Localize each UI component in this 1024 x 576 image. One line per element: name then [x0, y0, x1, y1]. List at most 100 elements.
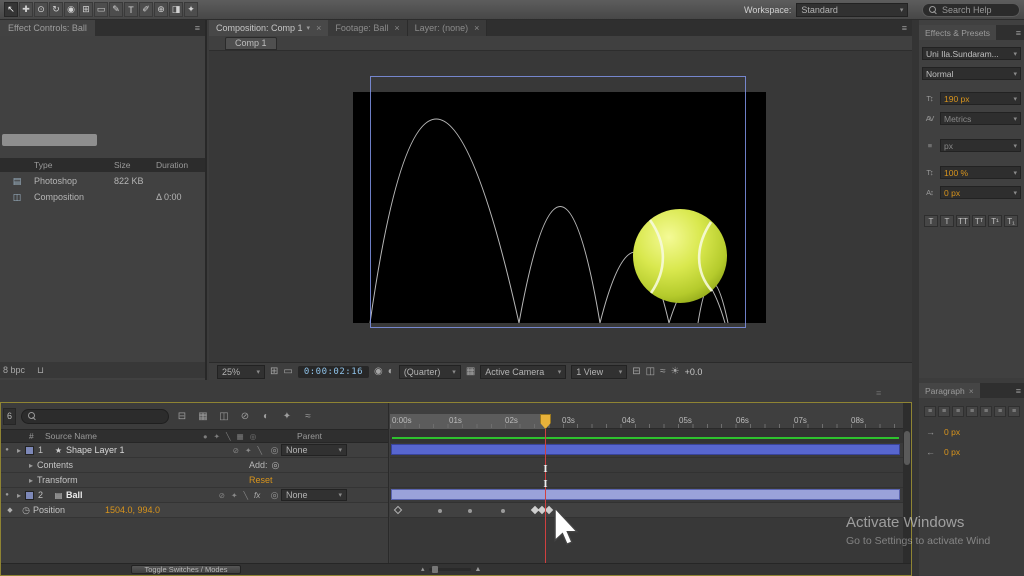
timeline-zoom-control[interactable]: ▴ ▲: [421, 565, 481, 573]
frame-blending-icon[interactable]: ◐: [258, 408, 274, 424]
align-right-icon[interactable]: ≡: [952, 406, 964, 417]
faux-style-button[interactable]: TT: [956, 215, 970, 227]
draft-3d-icon[interactable]: ◫: [216, 408, 232, 424]
color-depth-button[interactable]: 8 bpc: [3, 365, 25, 375]
project-item-composition[interactable]: ◫ Composition Δ 0:00: [0, 189, 205, 205]
column-parent[interactable]: Parent: [297, 431, 388, 441]
property-row-position[interactable]: ◆ ◷ Position 1504.0, 994.0: [1, 503, 388, 518]
tab-composition-comp1[interactable]: Composition: Comp 1 ▾ ×: [209, 20, 328, 36]
close-icon[interactable]: ×: [394, 23, 399, 33]
pan-behind-tool-icon[interactable]: ⊞: [79, 2, 93, 17]
layer-row-ball[interactable]: ● ▸ 2 ▤ Ball ⊘ ✦ ╲ fx ◎ None ▾: [1, 488, 388, 503]
pickwhip-icon[interactable]: ◎: [268, 445, 281, 456]
faux-style-button[interactable]: T₁: [1004, 215, 1018, 227]
type-tool-icon[interactable]: T: [124, 2, 138, 17]
panel-menu-icon[interactable]: ≡: [902, 23, 912, 33]
position-value[interactable]: 1504.0, 994.0: [105, 505, 160, 515]
keyframe[interactable]: [545, 506, 553, 514]
project-column-headers[interactable]: Type Size Duration: [0, 158, 205, 172]
project-item-photoshop[interactable]: ▤ Photoshop 822 KB: [0, 173, 205, 189]
layer-switches-icons[interactable]: ⊘ ✦ ╲: [182, 491, 254, 500]
keyframe-roving[interactable]: [501, 509, 505, 513]
puppet-pin-tool-icon[interactable]: ✦: [184, 2, 198, 17]
resolution-dropdown[interactable]: (Quarter) ▾: [399, 365, 461, 379]
time-ruler[interactable]: 0:00s 01s 02s 03s 04s 05s 06s 07s 08s: [390, 403, 903, 429]
fast-preview-icon[interactable]: ⊟: [632, 366, 640, 377]
close-icon[interactable]: ×: [474, 23, 479, 33]
column-type[interactable]: Type: [34, 160, 114, 170]
trash-icon[interactable]: ⊔: [37, 365, 44, 376]
keyframe[interactable]: [394, 506, 402, 514]
layer-switches-icons[interactable]: ⊘ ✦ ╲: [182, 446, 268, 455]
tab-effects-presets[interactable]: Effects & Presets: [919, 25, 996, 40]
workspace-dropdown[interactable]: Standard ▾: [796, 3, 908, 17]
timeline-vertical-scrollbar[interactable]: [903, 403, 911, 563]
chevron-down-icon[interactable]: ▾: [307, 24, 311, 32]
group-row-transform[interactable]: ▸ Transform Reset: [1, 473, 388, 488]
column-duration[interactable]: Duration: [156, 160, 205, 170]
faux-style-button[interactable]: T¹: [988, 215, 1002, 227]
rotation-tool-icon[interactable]: ↻: [49, 2, 63, 17]
tab-footage-ball[interactable]: Footage: Ball ×: [328, 20, 407, 36]
video-eye-icon[interactable]: ●: [1, 492, 13, 498]
column-size[interactable]: Size: [114, 160, 156, 170]
font-size-dropdown[interactable]: 190 px ▾: [940, 92, 1021, 105]
parent-dropdown[interactable]: None ▾: [281, 489, 347, 501]
zoom-slider[interactable]: [429, 568, 471, 571]
keyframe-roving[interactable]: [468, 509, 472, 513]
tracking-dropdown[interactable]: px ▾: [940, 139, 1021, 152]
tab-layer-none[interactable]: Layer: (none) ×: [408, 20, 488, 36]
panel-divider-grip[interactable]: ≡: [876, 388, 882, 398]
font-style-dropdown[interactable]: Normal ▾: [922, 67, 1021, 80]
reset-link[interactable]: Reset: [249, 475, 273, 485]
view-layout-dropdown[interactable]: 1 View ▾: [571, 365, 627, 379]
grid-guides-icon[interactable]: ⊞: [270, 366, 278, 377]
live-update-icon[interactable]: ▦: [195, 408, 211, 424]
property-name[interactable]: Position: [33, 505, 65, 515]
tab-paragraph[interactable]: Paragraph ×: [919, 383, 980, 398]
twirl-icon[interactable]: ▸: [13, 446, 25, 455]
parent-dropdown[interactable]: None ▾: [281, 444, 347, 456]
panel-menu-icon[interactable]: ≡: [1016, 386, 1021, 396]
magnification-dropdown[interactable]: 25% ▾: [217, 365, 265, 379]
snapshot-icon[interactable]: ◉: [374, 366, 383, 377]
pen-tool-icon[interactable]: ✎: [109, 2, 123, 17]
vertical-scale-dropdown[interactable]: 100 % ▾: [940, 166, 1021, 179]
flowchart-icon[interactable]: ≈: [660, 366, 666, 377]
zoom-in-icon[interactable]: ▲: [475, 566, 482, 573]
pickwhip-icon[interactable]: ◎: [268, 490, 281, 501]
comp-mini-flowchart-icon[interactable]: ⊟: [174, 408, 190, 424]
justify-last-left-icon[interactable]: ≡: [966, 406, 978, 417]
close-icon[interactable]: ×: [316, 23, 321, 33]
group-name[interactable]: Contents: [37, 460, 73, 470]
horizontal-scrollbar-thumb[interactable]: [2, 134, 97, 146]
shape-tool-icon[interactable]: ▭: [94, 2, 108, 17]
timeline-tab-fragment[interactable]: 6: [3, 408, 16, 425]
zoom-slider-thumb[interactable]: [432, 566, 438, 573]
panel-menu-icon[interactable]: ≡: [195, 23, 200, 33]
layer-row-shape-layer-1[interactable]: ● ▸ 1 ★ Shape Layer 1 ⊘ ✦ ╲ ◎ None ▾: [1, 443, 388, 458]
timeline-button-icon[interactable]: ◫: [646, 366, 655, 377]
add-shape-icon[interactable]: ◎: [272, 460, 280, 471]
show-channels-icon[interactable]: ◐: [388, 366, 394, 377]
justify-last-center-icon[interactable]: ≡: [980, 406, 992, 417]
region-of-interest-icon[interactable]: ▭: [283, 366, 292, 377]
faux-style-button[interactable]: Tᵀ: [972, 215, 986, 227]
scrollbar-thumb[interactable]: [904, 431, 910, 465]
exposure-value[interactable]: +0.0: [685, 367, 703, 377]
kerning-dropdown[interactable]: Metrics ▾: [940, 112, 1021, 125]
align-center-icon[interactable]: ≡: [938, 406, 950, 417]
panel-menu-icon[interactable]: ≡: [1016, 28, 1021, 38]
align-left-icon[interactable]: ≡: [924, 406, 936, 417]
group-row-contents[interactable]: ▸ Contents Add: ◎: [1, 458, 388, 473]
graph-editor-icon[interactable]: ≈: [300, 408, 316, 424]
camera-view-dropdown[interactable]: Active Camera ▾: [480, 365, 566, 379]
clone-stamp-tool-icon[interactable]: ⊕: [154, 2, 168, 17]
column-source-name[interactable]: Source Name: [45, 431, 203, 441]
label-color-chip[interactable]: [25, 446, 34, 455]
brush-tool-icon[interactable]: ✐: [139, 2, 153, 17]
current-time-display[interactable]: 0:00:02:16: [298, 366, 369, 378]
comp-1-tab[interactable]: Comp 1: [225, 37, 277, 50]
fx-badge[interactable]: fx: [254, 491, 268, 500]
layer-bar-shape-layer-1[interactable]: [391, 444, 900, 455]
